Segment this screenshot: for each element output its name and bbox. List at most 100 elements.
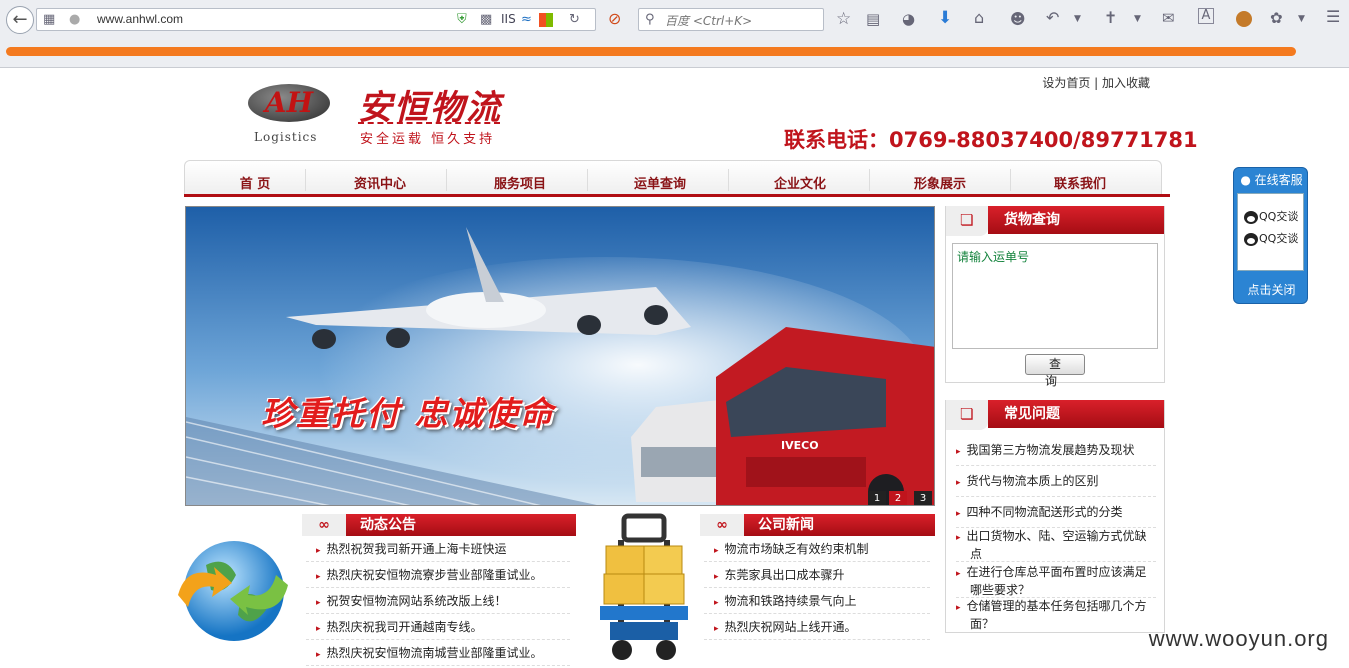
box-tag: ❏: [946, 400, 988, 430]
brand-divider: [358, 122, 500, 124]
extension-icon[interactable]: [1236, 11, 1252, 27]
iis-label: IIS: [501, 12, 516, 26]
faq-item[interactable]: 出口货物水、陆、空运输方式优缺点: [956, 528, 1156, 562]
online-service-widget: ● 在线客服 QQ交谈 QQ交谈 点击关闭: [1233, 167, 1308, 304]
faq-box: ❏ 常见问题 我国第三方物流发展趋势及现状 货代与物流本质上的区别 四种不同物流…: [945, 400, 1165, 633]
announcement-item[interactable]: 热烈祝贺我司新开通上海卡班快运: [306, 538, 570, 562]
chevron-down-icon[interactable]: ▼: [1074, 9, 1081, 29]
news-item[interactable]: 物流和铁路持续景气向上: [704, 590, 930, 614]
redaction-stroke: [6, 47, 1296, 56]
qrcode-icon[interactable]: ▩: [480, 10, 492, 30]
banner-page-3[interactable]: 3: [914, 491, 932, 505]
globe-icon: ●: [69, 12, 81, 27]
announcements-title: 动态公告: [346, 514, 576, 536]
shield-icon[interactable]: ⛨: [457, 10, 467, 30]
qq-links-panel: QQ交谈 QQ交谈: [1237, 193, 1304, 271]
search-icon: ⚲: [645, 12, 655, 27]
bookmark-star-icon[interactable]: ☆: [836, 9, 851, 29]
windows-icon: [539, 13, 553, 27]
faq-header: ❏ 常见问题: [946, 400, 1164, 430]
nav-news-center[interactable]: 资讯中心: [310, 173, 450, 192]
url-text[interactable]: www.anhwl.com: [97, 12, 183, 26]
faq-item[interactable]: 仓储管理的基本任务包括哪几个方面？: [956, 598, 1156, 632]
faq-title: 常见问题: [988, 400, 1164, 428]
cargo-query-title: 货物查询: [988, 206, 1164, 234]
search-placeholder: 百度 <Ctrl+K>: [665, 14, 753, 28]
announcements-header: ∞ 动态公告: [302, 514, 576, 536]
news-item[interactable]: 物流市场缺乏有效约束机制: [704, 538, 930, 562]
search-bar[interactable]: ⚲ 百度 <Ctrl+K>: [638, 8, 824, 31]
qq-chat-link[interactable]: QQ交谈: [1244, 230, 1298, 246]
qq-icon: [1244, 232, 1258, 246]
nav-separator: [728, 169, 729, 191]
nav-separator: [446, 169, 447, 191]
query-button[interactable]: 查 询: [1025, 354, 1085, 388]
chevron-down-icon[interactable]: ▼: [1134, 9, 1141, 29]
banner-caption: 珍重托付 忠诚使命: [261, 394, 555, 433]
back-button[interactable]: ←: [6, 6, 34, 34]
online-service-title: ● 在线客服: [1234, 171, 1309, 188]
top-links[interactable]: 设为首页 | 加入收藏: [1042, 74, 1150, 91]
penguin-icon: ●: [1240, 173, 1251, 187]
hero-banner[interactable]: 珍重托付 忠诚使命 IVECO 1 2 3: [185, 206, 935, 506]
undo-icon[interactable]: ↶: [1046, 8, 1059, 28]
company-news-title: 公司新闻: [744, 514, 935, 536]
close-widget-button[interactable]: 点击关闭: [1234, 281, 1309, 298]
crop-icon[interactable]: ✝: [1104, 8, 1117, 28]
menu-icon[interactable]: ☰: [1326, 7, 1340, 27]
nav-home[interactable]: 首 页: [185, 173, 325, 192]
comment-icon[interactable]: ✉: [1162, 8, 1175, 28]
faq-item[interactable]: 我国第三方物流发展趋势及现状: [956, 442, 1156, 466]
chat-icon[interactable]: ☻: [1010, 9, 1026, 29]
globe-graphic: [178, 541, 288, 641]
nav-contact[interactable]: 联系我们: [1010, 173, 1150, 192]
translate-icon[interactable]: A: [1198, 8, 1214, 24]
brand-slogan: 安全运载 恒久支持: [360, 132, 496, 147]
logo-emblem: AH: [248, 84, 330, 122]
package-icon: ❏: [960, 405, 974, 423]
nav-separator: [587, 169, 588, 191]
qq-chat-label[interactable]: QQ交谈: [1259, 232, 1298, 245]
news-item[interactable]: 东莞家具出口成本骤升: [704, 564, 930, 588]
announcement-item[interactable]: 热烈庆祝安恒物流南城营业部隆重试业。: [306, 642, 570, 666]
pocket-icon[interactable]: ◕: [902, 9, 915, 29]
nav-underline: [184, 194, 1170, 197]
faq-item[interactable]: 货代与物流本质上的区别: [956, 473, 1156, 497]
waybill-input[interactable]: 请输入运单号: [952, 243, 1158, 349]
reading-list-icon[interactable]: ▤: [866, 9, 880, 29]
package-icon: ❏: [960, 211, 974, 229]
faq-item[interactable]: 在进行仓库总平面布置时应该满足哪些要求？: [956, 564, 1156, 598]
chevron-down-icon[interactable]: ▼: [1298, 9, 1305, 29]
announcement-item[interactable]: 祝贺安恒物流网站系统改版上线！: [306, 590, 570, 614]
announcement-item[interactable]: 热烈庆祝安恒物流寮步营业部隆重试业。: [306, 564, 570, 588]
qq-chat-link[interactable]: QQ交谈: [1244, 208, 1298, 224]
infinity-icon: ∞: [700, 514, 744, 536]
qq-icon: [1244, 210, 1258, 224]
nav-tracking[interactable]: 运单查询: [590, 173, 730, 192]
truck-brand-label: IVECO: [781, 439, 819, 452]
tabs-icon[interactable]: ▦: [43, 10, 55, 30]
news-item[interactable]: 热烈庆祝网站上线开通。: [704, 616, 930, 640]
banner-image: [186, 207, 934, 505]
faq-item[interactable]: 四种不同物流配送形式的分类: [956, 504, 1156, 528]
announcement-item[interactable]: 热烈庆祝我司开通越南专线。: [306, 616, 570, 640]
nav-culture[interactable]: 企业文化: [730, 173, 870, 192]
bug-icon[interactable]: ✿: [1270, 8, 1283, 28]
online-service-label: 在线客服: [1254, 173, 1303, 187]
watermark: www.wooyun.org: [1148, 626, 1329, 651]
reload-icon[interactable]: ↻: [569, 10, 580, 30]
cargo-query-header: ❏ 货物查询: [946, 206, 1164, 236]
adblock-icon[interactable]: ⊘: [608, 9, 621, 29]
hand-truck-graphic: [600, 513, 688, 660]
nav-services[interactable]: 服务项目: [450, 173, 590, 192]
wave-icon: ≈: [521, 12, 532, 27]
home-icon[interactable]: ⌂: [974, 8, 984, 28]
download-icon[interactable]: ⬇: [938, 8, 952, 28]
nav-gallery[interactable]: 形象展示: [870, 173, 1010, 192]
banner-page-2[interactable]: 2: [889, 491, 907, 505]
hotline: 联系电话：0769-88037400/89771781: [784, 128, 1198, 152]
qq-chat-label[interactable]: QQ交谈: [1259, 210, 1298, 223]
address-bar[interactable]: ▦ ● www.anhwl.com ⛨ ▩ IIS ≈ ↻: [36, 8, 596, 31]
banner-page-1[interactable]: 1: [868, 491, 886, 505]
logo-subtitle: Logistics: [254, 130, 318, 144]
